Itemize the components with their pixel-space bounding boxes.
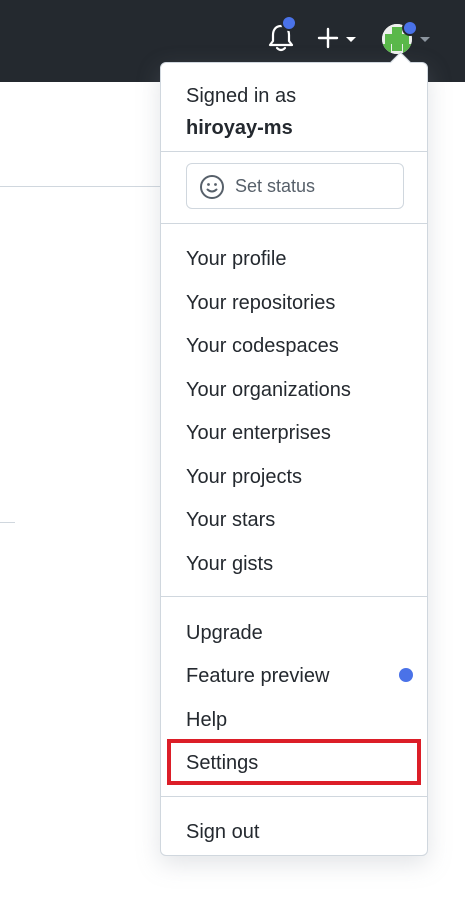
signed-in-label: Signed in as <box>186 85 297 107</box>
menu-item-your-repositories[interactable]: Your repositories <box>186 289 335 317</box>
feature-preview-indicator <box>399 668 413 682</box>
menu-item-your-gists[interactable]: Your gists <box>186 550 273 578</box>
user-dropdown-menu: Signed in as hiroyay-ms Set status Your … <box>160 51 428 856</box>
create-new-button[interactable] <box>316 26 360 52</box>
menu-divider <box>161 151 427 152</box>
smiley-icon <box>200 175 224 199</box>
user-menu-button[interactable] <box>380 20 432 58</box>
menu-item-settings[interactable]: Settings <box>186 749 258 777</box>
signed-in-header: Signed in as hiroyay-ms <box>186 80 296 144</box>
menu-item-your-profile[interactable]: Your profile <box>186 245 286 273</box>
menu-divider <box>161 223 427 224</box>
unread-indicator-dot <box>402 20 418 36</box>
menu-item-help[interactable]: Help <box>186 706 227 734</box>
set-status-label: Set status <box>235 176 316 196</box>
background-divider <box>0 522 15 523</box>
menu-item-your-enterprises[interactable]: Your enterprises <box>186 419 331 447</box>
background-divider <box>0 186 160 187</box>
chevron-down-icon <box>420 37 430 42</box>
set-status-button[interactable]: Set status <box>186 163 404 209</box>
menu-item-sign-out[interactable]: Sign out <box>186 818 259 846</box>
username: hiroyay-ms <box>186 117 293 139</box>
menu-item-feature-preview[interactable]: Feature preview <box>186 662 329 690</box>
menu-item-your-codespaces[interactable]: Your codespaces <box>186 332 339 360</box>
menu-item-your-organizations[interactable]: Your organizations <box>186 376 351 404</box>
chevron-down-icon <box>346 37 356 42</box>
menu-divider <box>161 596 427 597</box>
plus-icon <box>317 27 339 49</box>
menu-item-your-stars[interactable]: Your stars <box>186 506 275 534</box>
notifications-button[interactable] <box>266 15 297 54</box>
menu-divider <box>161 796 427 797</box>
unread-notification-dot <box>281 15 297 31</box>
menu-item-upgrade[interactable]: Upgrade <box>186 619 263 647</box>
menu-item-your-projects[interactable]: Your projects <box>186 463 302 491</box>
